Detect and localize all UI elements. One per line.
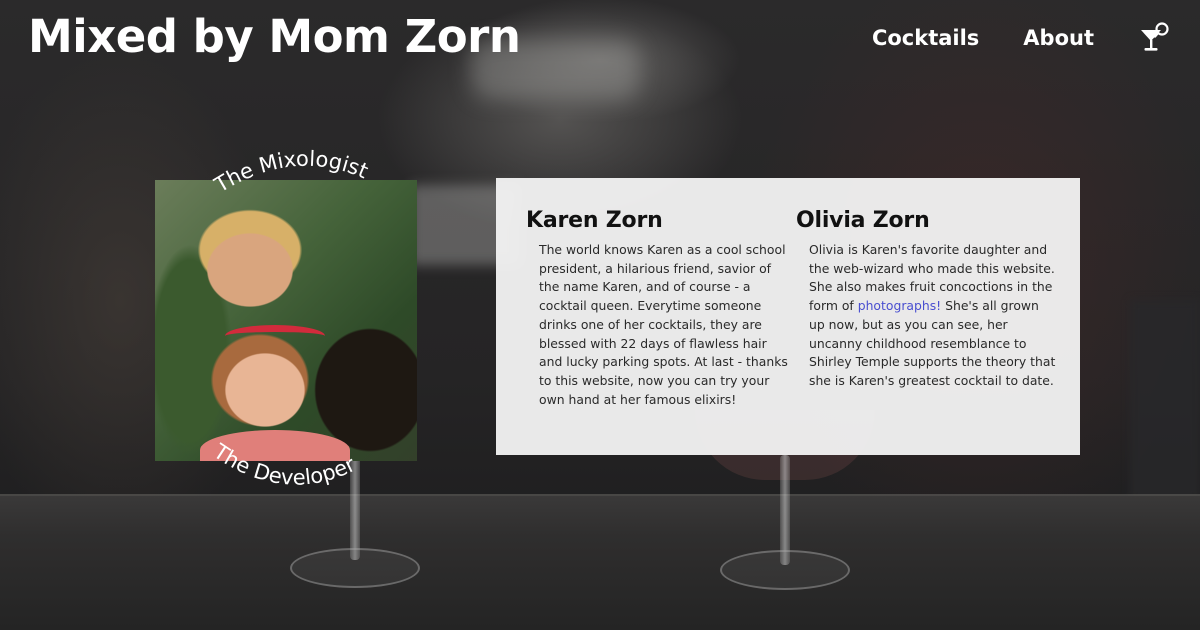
- dress: [200, 430, 350, 461]
- site-title[interactable]: Mixed by Mom Zorn: [28, 10, 521, 63]
- bio-olivia: Olivia Zorn Olivia is Karen's favorite d…: [796, 208, 1064, 455]
- cocktail-glass-search-icon[interactable]: [1138, 22, 1172, 54]
- photo-frame: The Mixologist The Developer: [140, 145, 430, 505]
- nav-cocktails-link[interactable]: Cocktails: [872, 26, 979, 50]
- photographs-link[interactable]: photographs!: [858, 298, 941, 313]
- bios-card: Karen Zorn The world knows Karen as a co…: [496, 178, 1080, 455]
- karen-name-heading: Karen Zorn: [526, 208, 663, 233]
- nav-about-link[interactable]: About: [1023, 26, 1094, 50]
- olivia-bio-text: Olivia is Karen's favorite daughter and …: [796, 241, 1064, 391]
- bio-karen: Karen Zorn The world knows Karen as a co…: [526, 208, 794, 455]
- karen-bio-text: The world knows Karen as a cool school p…: [539, 242, 788, 407]
- main-nav: Cocktails About: [828, 22, 1172, 54]
- family-photo: [155, 180, 417, 461]
- olivia-name-heading: Olivia Zorn: [796, 208, 930, 233]
- headband: [225, 325, 325, 347]
